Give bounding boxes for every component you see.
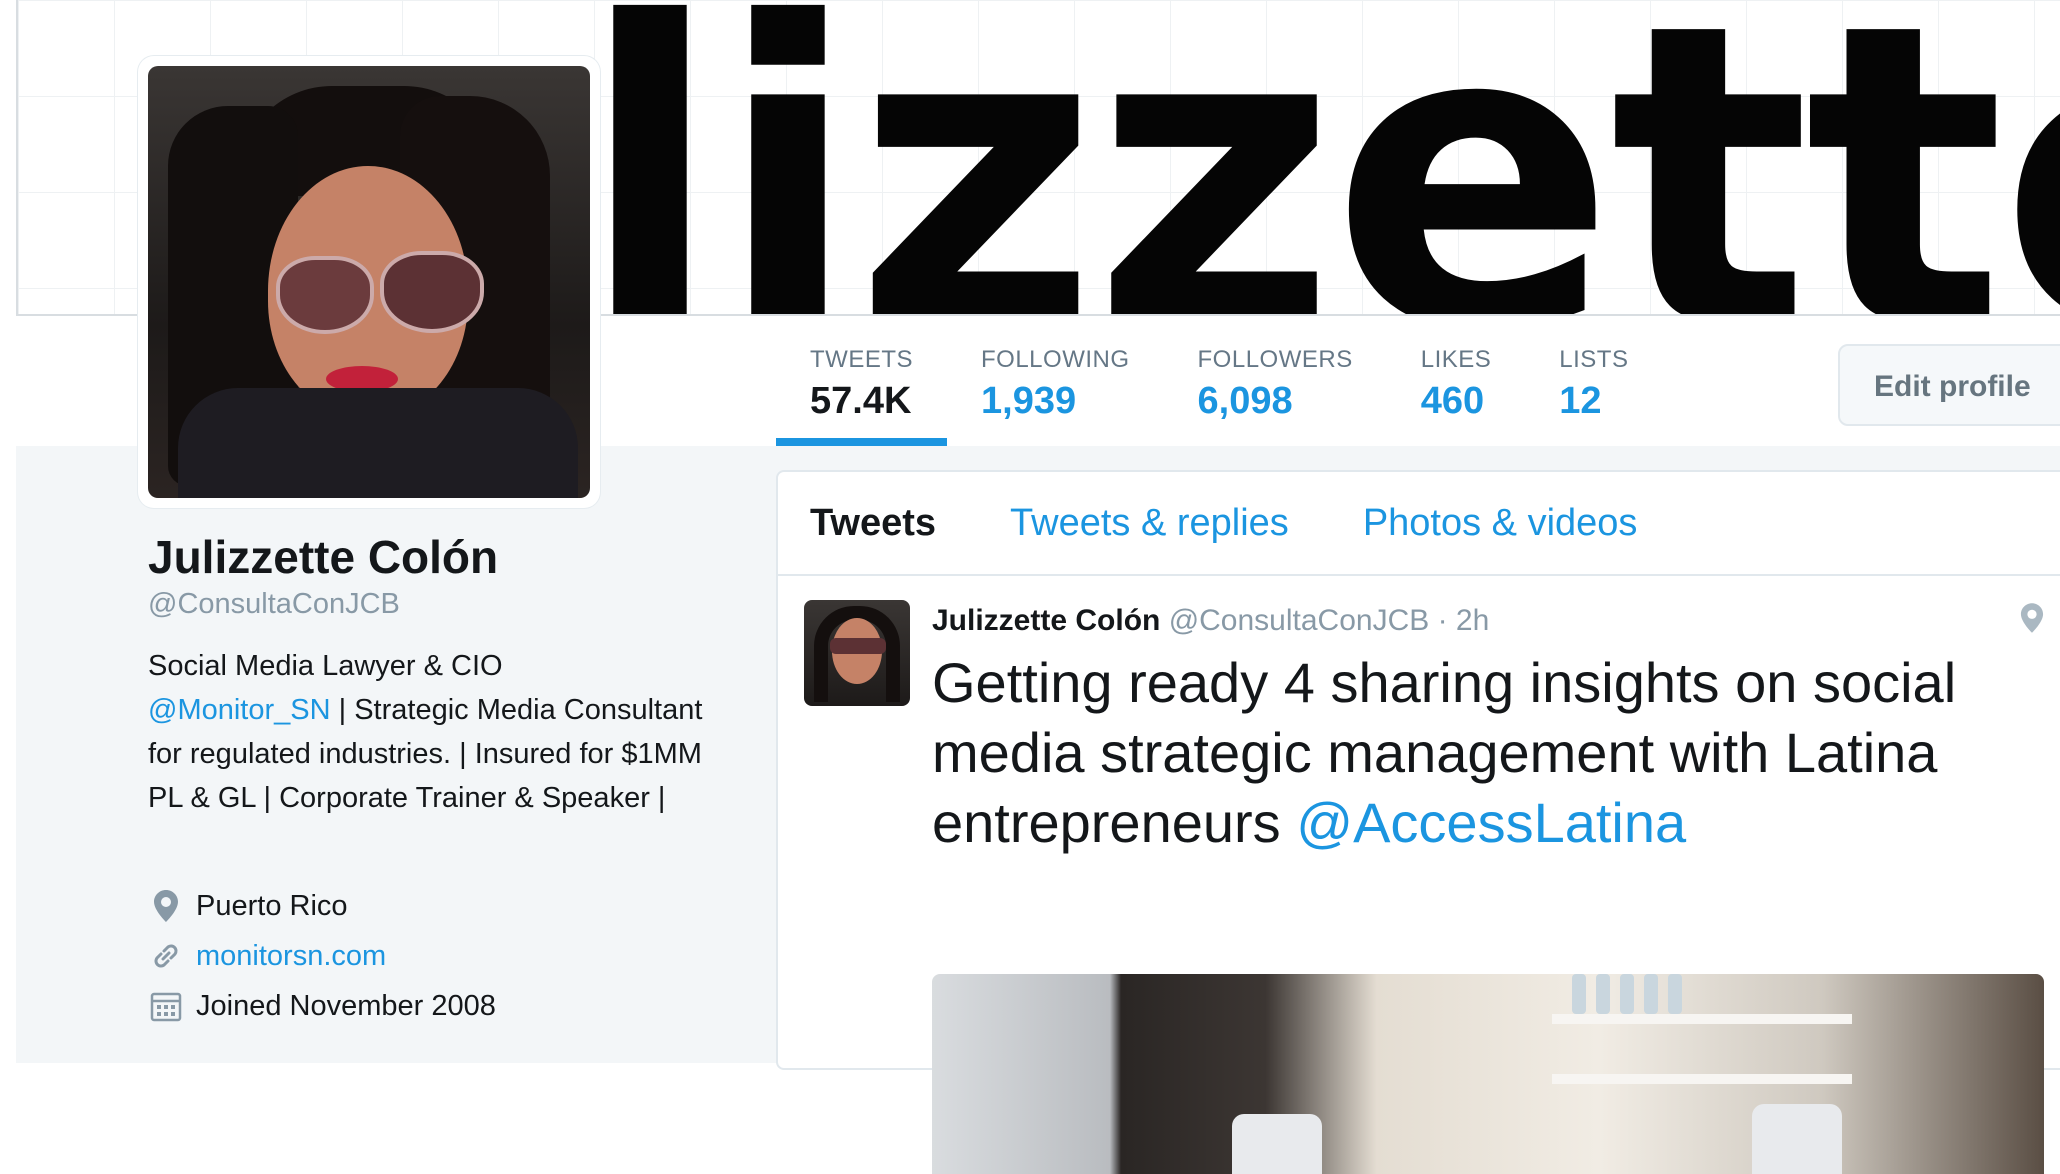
stat-label: FOLLOWERS (1197, 346, 1353, 373)
stat-value: 12 (1559, 380, 1602, 422)
tab-photos-videos[interactable]: Photos & videos (1363, 502, 1638, 545)
stat-label: LISTS (1559, 346, 1629, 373)
tweet-mention-link[interactable]: @AccessLatina (1296, 791, 1686, 854)
tab-tweets[interactable]: Tweets (810, 502, 936, 545)
edit-profile-button[interactable]: Edit profile (1838, 344, 2060, 426)
location-text: Puerto Rico (196, 889, 348, 922)
stat-likes[interactable]: LIKES 460 (1387, 316, 1526, 446)
stat-label: TWEETS (810, 346, 913, 373)
tab-tweets-replies[interactable]: Tweets & replies (1010, 502, 1289, 545)
tweet-author-handle[interactable]: @ConsultaConJCB (1169, 604, 1430, 637)
stat-following[interactable]: FOLLOWING 1,939 (947, 316, 1164, 446)
bio-mention-link[interactable]: @Monitor_SN (148, 694, 331, 726)
calendar-icon (148, 988, 184, 1024)
profile-handle[interactable]: @ConsultaConJCB (148, 588, 400, 621)
avatar-photo (148, 66, 590, 498)
map-pin-icon (148, 888, 184, 924)
stat-lists[interactable]: LISTS 12 (1525, 316, 1662, 446)
tweet-text: Getting ready 4 sharing insights on soci… (932, 648, 2032, 858)
profile-name[interactable]: Julizzette Colón (148, 530, 498, 584)
profile-location: Puerto Rico (148, 888, 348, 924)
profile-bio: Social Media Lawyer & CIO @Monitor_SN | … (148, 644, 708, 820)
stat-value: 460 (1420, 380, 1485, 422)
link-icon (148, 938, 184, 974)
stat-label: FOLLOWING (981, 346, 1130, 373)
stat-followers[interactable]: FOLLOWERS 6,098 (1164, 316, 1387, 446)
stat-label: LIKES (1420, 346, 1492, 373)
profile-avatar[interactable] (138, 56, 600, 508)
profile-stats: TWEETS 57.4K FOLLOWING 1,939 FOLLOWERS 6… (776, 316, 1662, 446)
stat-value: 6,098 (1197, 380, 1293, 422)
map-pin-icon[interactable] (2020, 602, 2044, 639)
stat-value: 57.4K (810, 380, 912, 422)
joined-text: Joined November 2008 (196, 989, 496, 1022)
bio-line: Social Media Lawyer & CIO (148, 650, 503, 682)
website-link[interactable]: monitorsn.com (196, 940, 386, 973)
tweet-avatar[interactable] (804, 600, 910, 706)
timeline-tabs: Tweets Tweets & replies Photos & videos (778, 472, 2060, 576)
tweet-header: Julizzette Colón @ConsultaConJCB · 2h (932, 604, 1489, 638)
timeline: Tweets Tweets & replies Photos & videos … (776, 470, 2060, 1174)
tweet-author-name[interactable]: Julizzette Colón (932, 604, 1160, 637)
stat-tweets[interactable]: TWEETS 57.4K (776, 316, 947, 446)
stat-value: 1,939 (981, 380, 1077, 422)
banner-lettering: lizzettel (578, 0, 2060, 316)
tweet-timestamp[interactable]: · 2h (1438, 604, 1490, 637)
tweet-photo[interactable] (932, 974, 2044, 1174)
profile-joined: Joined November 2008 (148, 988, 496, 1024)
profile-website[interactable]: monitorsn.com (148, 938, 386, 974)
